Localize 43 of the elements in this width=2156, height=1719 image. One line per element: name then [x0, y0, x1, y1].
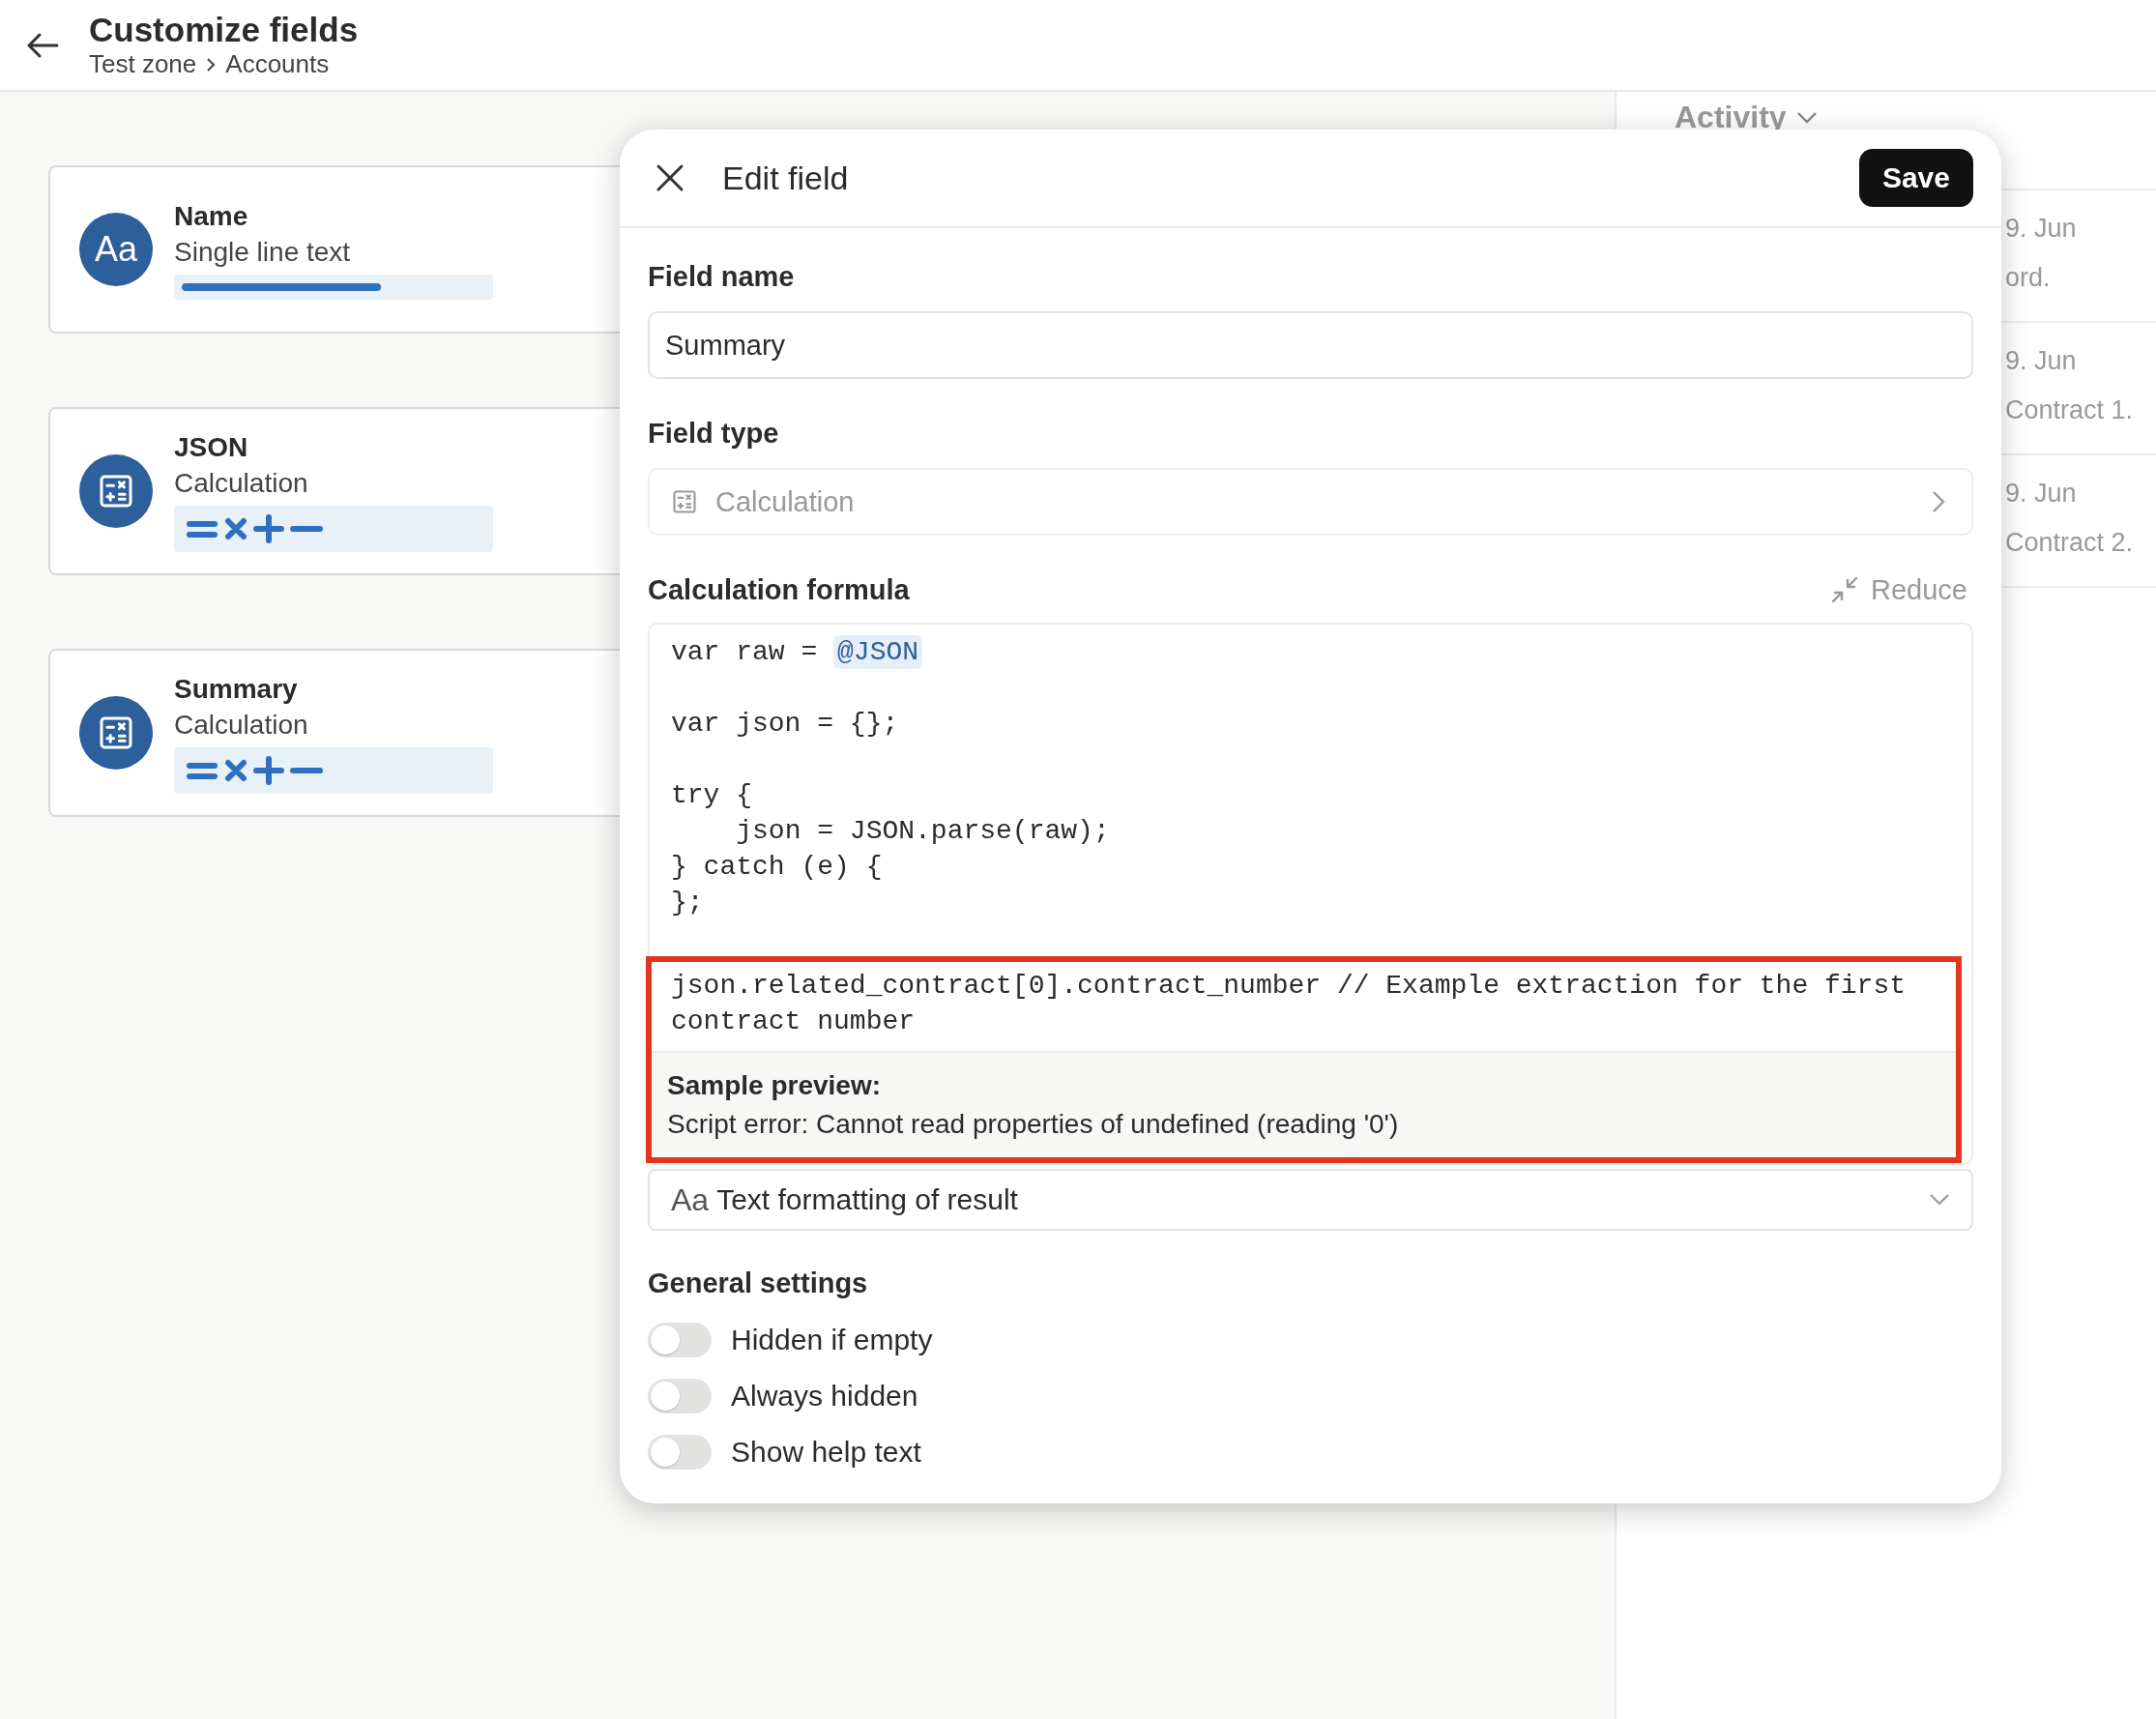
code-line: } catch (e) { — [671, 851, 884, 884]
toggle-switch[interactable] — [648, 1379, 712, 1413]
formula-editor[interactable] — [648, 623, 1973, 1165]
toggle-switch[interactable] — [648, 1435, 712, 1470]
formatting-select[interactable]: Aa Text formatting of result — [648, 1169, 1973, 1231]
code-line: }; — [671, 887, 705, 919]
field-name: Summary — [174, 673, 299, 706]
toggle-label: Always hidden — [731, 1380, 918, 1413]
activity-date: 9. Jun — [2005, 346, 2078, 376]
code-line: try { — [671, 779, 753, 812]
field-type: Calculation — [174, 467, 309, 500]
preview-text: Script error: Cannot read properties of undefined (reading '0') — [667, 1108, 1400, 1141]
field-type: Single line text — [174, 236, 352, 269]
save-button[interactable]: Save — [1858, 149, 1973, 207]
collapse-icon — [1830, 575, 1860, 604]
toggle-label: Hidden if empty — [731, 1324, 933, 1356]
breadcrumb-link[interactable]: Test zone — [89, 49, 197, 79]
field-type: Calculation — [174, 709, 309, 742]
close-icon[interactable] — [655, 162, 685, 193]
code-line: json = JSON.parse(raw); — [735, 815, 1111, 848]
field-name: JSON — [174, 431, 249, 464]
code-line: json.related_contract[0].contract_number // Example extraction for the first contract number — [671, 970, 1907, 1038]
chevron-right-icon — [1931, 489, 1946, 514]
toggle-switch[interactable] — [648, 1323, 712, 1357]
activity-text: ord. — [2005, 263, 2052, 293]
activity-date: 9. Jun — [2005, 214, 2078, 244]
chevron-down-icon — [1929, 1193, 1950, 1207]
text-field-icon: Aa — [79, 213, 153, 286]
toggle-label: Show help text — [731, 1436, 921, 1469]
activity-date: 9. Jun — [2005, 479, 2078, 509]
activity-text: Contract 1. — [2005, 395, 2135, 425]
activity-text: Contract 2. — [2005, 528, 2135, 558]
chevron-down-icon[interactable] — [1795, 111, 1818, 125]
preview-label: Sample preview: — [667, 1069, 882, 1102]
section-label: General settings — [648, 1267, 869, 1300]
field-name-input[interactable]: Summary — [648, 311, 1973, 379]
field-label: Calculation formula — [648, 573, 910, 607]
breadcrumb-link[interactable]: Accounts — [225, 49, 330, 79]
field-reference[interactable]: @JSON — [833, 635, 923, 669]
page-title: Customize fields — [89, 11, 359, 49]
calculator-icon — [671, 488, 698, 515]
field-name: Name — [174, 200, 249, 233]
field-label: Field type — [648, 417, 780, 451]
